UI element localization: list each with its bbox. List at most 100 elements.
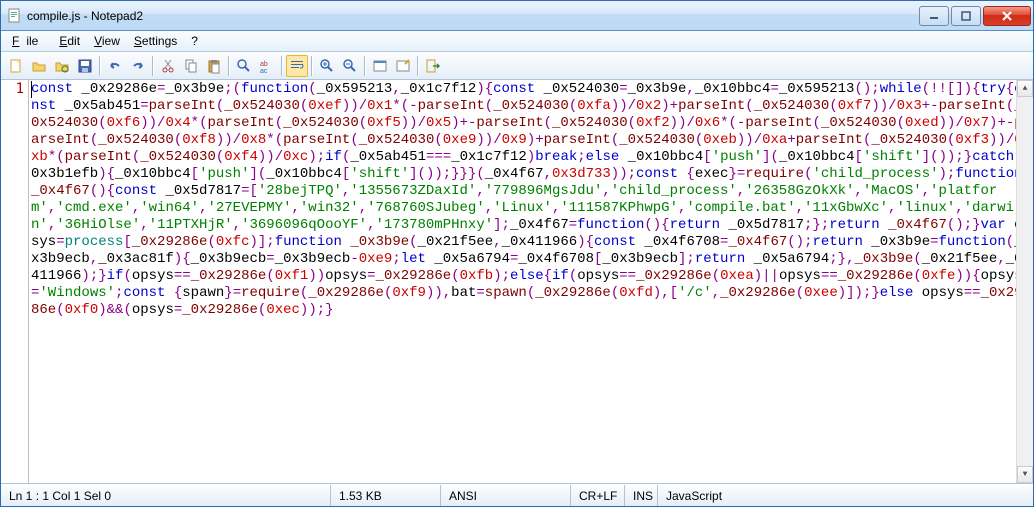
scroll-up-button[interactable]: ▲ [1017, 80, 1033, 97]
find-button[interactable] [233, 55, 255, 77]
code-token: _0x524030 [754, 98, 830, 114]
code-token: * [720, 115, 728, 131]
replace-button[interactable]: abac [256, 55, 278, 77]
code-token: 0xfd [619, 285, 653, 301]
separator [99, 56, 101, 76]
paste-button[interactable] [203, 55, 225, 77]
scheme-button[interactable] [369, 55, 391, 77]
zoomout-button[interactable] [339, 55, 361, 77]
code-token: return [695, 251, 745, 267]
undo-button[interactable] [104, 55, 126, 77]
code-token: ( [611, 285, 619, 301]
code-token: function [939, 234, 1006, 250]
code-token: )) [216, 132, 233, 148]
code-token: ( [275, 132, 283, 148]
code-token: { [485, 81, 493, 97]
code-token: _0x411966 [502, 234, 578, 250]
menu-edit[interactable]: Edit [52, 32, 87, 50]
menu-view[interactable]: View [87, 32, 127, 50]
code-token: ) [451, 115, 459, 131]
code-token: _0x4f6708 [636, 234, 720, 250]
code-token: ;}; [804, 217, 829, 233]
code-token: )]);} [838, 285, 880, 301]
code-token: opsys [132, 268, 174, 284]
maximize-button[interactable] [951, 6, 981, 26]
save-button[interactable] [74, 55, 96, 77]
code-token: parseInt [283, 132, 350, 148]
code-token: 'push' [199, 166, 249, 182]
code-token: _0x29286e [308, 285, 384, 301]
browse-button[interactable] [51, 55, 73, 77]
code-token: / [1006, 132, 1014, 148]
code-token: 'cmd.exe' [56, 200, 132, 216]
minimize-button[interactable] [919, 6, 949, 26]
status-eol[interactable]: CR+LF [571, 485, 625, 506]
code-token: var [981, 217, 1006, 233]
customize-button[interactable] [392, 55, 414, 77]
open-button[interactable] [28, 55, 50, 77]
code-token: function [955, 166, 1022, 182]
code-token: (); [854, 81, 879, 97]
status-encoding[interactable]: ANSI [441, 485, 571, 506]
menu-settings[interactable]: Settings [127, 32, 184, 50]
code-token: 'win64' [140, 200, 199, 216]
text-caret [31, 81, 32, 98]
code-token: ( [123, 302, 131, 318]
cut-button[interactable] [157, 55, 179, 77]
code-token: ) [527, 149, 535, 165]
code-token: } [728, 166, 736, 182]
status-insert[interactable]: INS [625, 485, 658, 506]
new-button[interactable] [5, 55, 27, 77]
code-token: ; [392, 251, 400, 267]
close-button[interactable] [983, 6, 1031, 26]
code-token: 'shift' [863, 149, 922, 165]
code-token: [ [855, 149, 863, 165]
code-token: ( [544, 115, 552, 131]
code-token: , [712, 285, 720, 301]
code-token: return [829, 217, 879, 233]
zoomin-button[interactable] [316, 55, 338, 77]
code-token: === [426, 149, 451, 165]
redo-button[interactable] [127, 55, 149, 77]
code-token: exec [695, 166, 729, 182]
code-token: '11xGbwXc' [804, 200, 888, 216]
code-token: ( [796, 285, 804, 301]
status-position[interactable]: Ln 1 : 1 Col 1 Sel 0 [1, 485, 331, 506]
code-token: _0x595213 [317, 81, 393, 97]
code-token: { [544, 268, 552, 284]
code-token: , [48, 200, 56, 216]
code-token: ( [1006, 234, 1014, 250]
status-lang[interactable]: JavaScript [658, 485, 1033, 506]
code-token: _0x3b9ecb [602, 251, 678, 267]
copy-button[interactable] [180, 55, 202, 77]
code-token: ( [569, 268, 577, 284]
code-token: = [930, 234, 938, 250]
status-size[interactable]: 1.53 KB [331, 485, 441, 506]
menu-help[interactable]: ? [184, 32, 205, 50]
scroll-track[interactable] [1017, 97, 1033, 466]
code-token: '11PTXHjR' [149, 217, 233, 233]
wordwrap-button[interactable] [286, 55, 308, 77]
code-token: ){ [577, 234, 594, 250]
code-token: _0x29286e [838, 268, 914, 284]
editor[interactable]: 1 const _0x29286e=_0x3b9e;(function(_0x5… [1, 80, 1033, 484]
vertical-scrollbar[interactable]: ▲ ▼ [1016, 80, 1033, 483]
code-token: , [796, 200, 804, 216]
code-token: parseInt [207, 115, 274, 131]
menu-file[interactable]: File [5, 32, 52, 50]
scroll-down-button[interactable]: ▼ [1017, 466, 1033, 483]
code-token: / [754, 132, 762, 148]
code-token: ]; [493, 217, 510, 233]
code-token: _0x524030 [140, 149, 216, 165]
code-token: const [123, 285, 165, 301]
exit-button[interactable] [422, 55, 444, 77]
code-token: _0x5a6794 [426, 251, 510, 267]
code-token: 'Windows' [39, 285, 115, 301]
code-token: , [485, 200, 493, 216]
svg-text:ab: ab [260, 61, 268, 68]
titlebar[interactable]: compile.js - Notepad2 [1, 1, 1033, 31]
code-area[interactable]: const _0x29286e=_0x3b9e;(function(_0x595… [29, 80, 1033, 483]
code-token: _0x4f67 [485, 166, 544, 182]
code-token: ;( [224, 81, 241, 97]
code-token: 'child_process' [611, 183, 737, 199]
